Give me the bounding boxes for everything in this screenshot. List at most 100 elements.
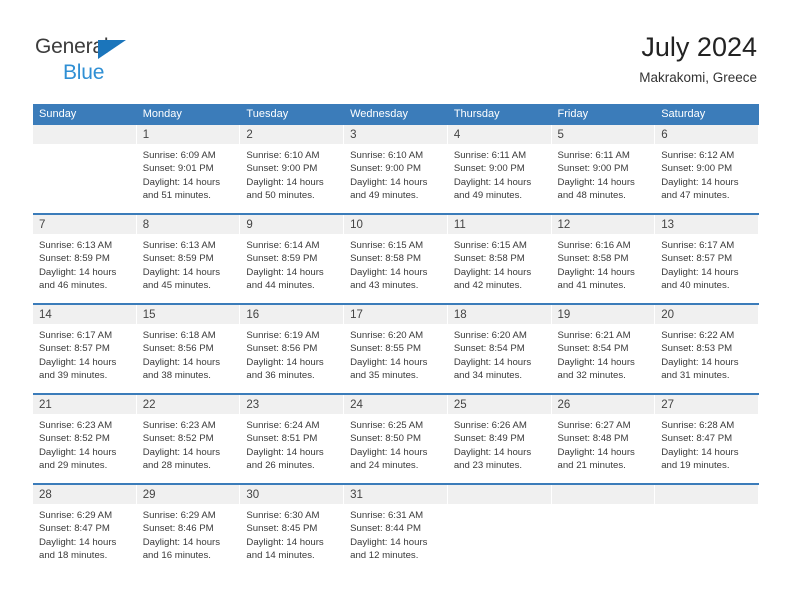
sunset-text: Sunset: 8:45 PM xyxy=(246,523,318,535)
daylight-text-line2: and 49 minutes. xyxy=(453,190,523,202)
day-cell-25[interactable]: 25 Sunrise: 6:26 AM Sunset: 8:49 PM Dayligh… xyxy=(447,395,552,483)
day-cell-28[interactable]: 28 Sunrise: 6:29 AM Sunset: 8:47 PM Dayligh… xyxy=(33,485,137,573)
daylight-text-line1: Daylight: 14 hours xyxy=(557,176,635,188)
sunrise-text: Sunrise: 6:11 AM xyxy=(557,150,630,161)
day-number: 20 xyxy=(661,309,675,321)
day-cell-22[interactable]: 22 Sunrise: 6:23 AM Sunset: 8:52 PM Dayligh… xyxy=(136,395,241,483)
day-detail-lines: Sunrise: 6:13 AM Sunset: 8:59 PM Daylight:… xyxy=(33,234,136,293)
day-cell-6[interactable]: 6 Sunrise: 6:12 AM Sunset: 9:00 PM Daylight… xyxy=(655,125,759,213)
day-number: 2 xyxy=(246,129,253,141)
day-detail-lines xyxy=(33,144,136,149)
day-detail-lines: Sunrise: 6:30 AM Sunset: 8:45 PM Daylight:… xyxy=(240,504,343,563)
day-number: 1 xyxy=(142,129,150,141)
day-detail-lines: Sunrise: 6:21 AM Sunset: 8:54 PM Daylight:… xyxy=(552,324,655,383)
day-number: 14 xyxy=(39,309,52,321)
sunset-text: Sunset: 8:47 PM xyxy=(39,523,110,535)
title-block: July 2024 Makrakomi, Greece xyxy=(639,30,757,88)
daylight-text-line1: Daylight: 14 hours xyxy=(557,266,635,278)
day-number: 3 xyxy=(350,129,357,141)
daylight-text-line1: Daylight: 14 hours xyxy=(142,356,221,368)
calendar-week-row: 14 Sunrise: 6:17 AM Sunset: 8:57 PM Dayligh… xyxy=(33,303,759,393)
day-cell-18[interactable]: 18 Sunrise: 6:20 AM Sunset: 8:54 PM Dayligh… xyxy=(447,305,552,393)
daylight-text-line2: and 51 minutes. xyxy=(142,190,211,202)
sunset-text: Sunset: 8:57 PM xyxy=(39,343,110,355)
day-cell-2[interactable]: 2 Sunrise: 6:10 AM Sunset: 9:00 PM Daylight… xyxy=(240,125,345,213)
daylight-text-line1: Daylight: 14 hours xyxy=(557,356,635,368)
day-detail-lines: Sunrise: 6:22 AM Sunset: 8:53 PM Daylight:… xyxy=(655,324,758,383)
day-cell-27[interactable]: 27 Sunrise: 6:28 AM Sunset: 8:47 PM Dayligh… xyxy=(655,395,759,483)
day-cell-12[interactable]: 12 Sunrise: 6:16 AM Sunset: 8:58 PM Dayligh… xyxy=(551,215,656,303)
page-title: July 2024 xyxy=(641,32,757,62)
day-cell-3[interactable]: 3 Sunrise: 6:10 AM Sunset: 9:00 PM Daylight… xyxy=(344,125,448,213)
calendar-week-row: 1 Sunrise: 6:09 AM Sunset: 9:01 PM Daylight… xyxy=(33,125,759,213)
day-number: 29 xyxy=(142,489,156,501)
day-cell-15[interactable]: 15 Sunrise: 6:18 AM Sunset: 8:56 PM Dayligh… xyxy=(136,305,241,393)
day-cell-29[interactable]: 29 Sunrise: 6:29 AM Sunset: 8:46 PM Dayligh… xyxy=(136,485,241,573)
daylight-text-line1: Daylight: 14 hours xyxy=(350,266,428,278)
day-cell-5[interactable]: 5 Sunrise: 6:11 AM Sunset: 9:00 PM Daylight… xyxy=(551,125,656,213)
daylight-text-line1: Daylight: 14 hours xyxy=(661,446,739,458)
day-cell-16[interactable]: 16 Sunrise: 6:19 AM Sunset: 8:56 PM Dayligh… xyxy=(240,305,345,393)
day-number: 15 xyxy=(142,309,156,321)
sunset-text: Sunset: 8:51 PM xyxy=(246,433,318,445)
day-cell-21[interactable]: 21 Sunrise: 6:23 AM Sunset: 8:52 PM Dayligh… xyxy=(33,395,137,483)
day-number-band: 16 xyxy=(240,305,344,324)
day-cell-7[interactable]: 7 Sunrise: 6:13 AM Sunset: 8:59 PM Daylight… xyxy=(33,215,137,303)
day-number: 19 xyxy=(557,309,571,321)
day-cell-20[interactable]: 20 Sunrise: 6:22 AM Sunset: 8:53 PM Dayligh… xyxy=(655,305,759,393)
day-cell-14[interactable]: 14 Sunrise: 6:17 AM Sunset: 8:57 PM Dayligh… xyxy=(33,305,137,393)
day-cell-19[interactable]: 19 Sunrise: 6:21 AM Sunset: 8:54 PM Dayligh… xyxy=(551,305,656,393)
day-number-band: 21 xyxy=(33,395,136,414)
sunrise-text: Sunrise: 6:12 AM xyxy=(661,150,735,161)
day-cell-10[interactable]: 10 Sunrise: 6:15 AM Sunset: 8:58 PM Dayligh… xyxy=(344,215,448,303)
day-cell-1[interactable]: 1 Sunrise: 6:09 AM Sunset: 9:01 PM Daylight… xyxy=(136,125,241,213)
day-detail-lines: Sunrise: 6:17 AM Sunset: 8:57 PM Daylight:… xyxy=(655,234,758,293)
day-number-band xyxy=(33,125,136,144)
day-number-band: 29 xyxy=(136,485,240,504)
sunset-text: Sunset: 8:53 PM xyxy=(661,343,733,355)
day-cell-9[interactable]: 9 Sunrise: 6:14 AM Sunset: 8:59 PM Daylight… xyxy=(240,215,345,303)
day-detail-lines: Sunrise: 6:11 AM Sunset: 9:00 PM Daylight:… xyxy=(552,144,655,203)
sunrise-text: Sunrise: 6:23 AM xyxy=(39,420,113,431)
sunset-text: Sunset: 8:52 PM xyxy=(142,433,214,445)
day-detail-lines: Sunrise: 6:11 AM Sunset: 9:00 PM Daylight:… xyxy=(448,144,551,203)
day-detail-lines: Sunrise: 6:10 AM Sunset: 9:00 PM Daylight:… xyxy=(240,144,343,203)
general-blue-logo[interactable]: General Blue xyxy=(35,36,195,86)
weekday-header-saturday: Saturday xyxy=(661,108,706,120)
day-detail-lines: Sunrise: 6:27 AM Sunset: 8:48 PM Daylight:… xyxy=(552,414,655,473)
day-detail-lines: Sunrise: 6:15 AM Sunset: 8:58 PM Daylight:… xyxy=(344,234,447,293)
day-cell-24[interactable]: 24 Sunrise: 6:25 AM Sunset: 8:50 PM Dayligh… xyxy=(344,395,448,483)
day-cell-30[interactable]: 30 Sunrise: 6:30 AM Sunset: 8:45 PM Dayligh… xyxy=(240,485,345,573)
daylight-text-line1: Daylight: 14 hours xyxy=(39,536,117,548)
sunset-text: Sunset: 9:00 PM xyxy=(453,163,525,175)
sunrise-text: Sunrise: 6:30 AM xyxy=(246,510,320,521)
week-cells: 14 Sunrise: 6:17 AM Sunset: 8:57 PM Dayligh… xyxy=(33,305,759,393)
daylight-text-line1: Daylight: 14 hours xyxy=(350,446,428,458)
day-cell-empty xyxy=(655,485,759,573)
day-detail-lines: Sunrise: 6:10 AM Sunset: 9:00 PM Daylight:… xyxy=(344,144,447,203)
day-cell-17[interactable]: 17 Sunrise: 6:20 AM Sunset: 8:55 PM Dayligh… xyxy=(344,305,448,393)
day-cell-4[interactable]: 4 Sunrise: 6:11 AM Sunset: 9:00 PM Daylight… xyxy=(447,125,552,213)
day-cell-8[interactable]: 8 Sunrise: 6:13 AM Sunset: 8:59 PM Daylight… xyxy=(136,215,241,303)
sunrise-text: Sunrise: 6:29 AM xyxy=(142,510,216,521)
day-number-band: 13 xyxy=(655,215,758,234)
daylight-text-line2: and 12 minutes. xyxy=(350,550,419,562)
sunrise-text: Sunrise: 6:27 AM xyxy=(557,420,631,431)
day-detail-lines: Sunrise: 6:29 AM Sunset: 8:47 PM Daylight:… xyxy=(33,504,136,563)
day-number: 16 xyxy=(246,309,260,321)
day-cell-31[interactable]: 31 Sunrise: 6:31 AM Sunset: 8:44 PM Dayligh… xyxy=(344,485,448,573)
sunset-text: Sunset: 8:56 PM xyxy=(246,343,318,355)
daylight-text-line1: Daylight: 14 hours xyxy=(142,176,221,188)
daylight-text-line2: and 36 minutes. xyxy=(246,370,315,382)
day-number: 9 xyxy=(246,219,253,231)
daylight-text-line2: and 29 minutes. xyxy=(39,460,108,472)
day-cell-11[interactable]: 11 Sunrise: 6:15 AM Sunset: 8:58 PM Dayligh… xyxy=(447,215,552,303)
sunset-text: Sunset: 8:58 PM xyxy=(350,253,422,265)
day-cell-23[interactable]: 23 Sunrise: 6:24 AM Sunset: 8:51 PM Dayligh… xyxy=(240,395,345,483)
day-number-band: 9 xyxy=(240,215,344,234)
daylight-text-line2: and 41 minutes. xyxy=(557,280,626,292)
sunrise-text: Sunrise: 6:28 AM xyxy=(661,420,735,431)
sunrise-text: Sunrise: 6:22 AM xyxy=(661,330,735,341)
day-cell-13[interactable]: 13 Sunrise: 6:17 AM Sunset: 8:57 PM Dayligh… xyxy=(655,215,759,303)
day-cell-26[interactable]: 26 Sunrise: 6:27 AM Sunset: 8:48 PM Dayligh… xyxy=(551,395,656,483)
